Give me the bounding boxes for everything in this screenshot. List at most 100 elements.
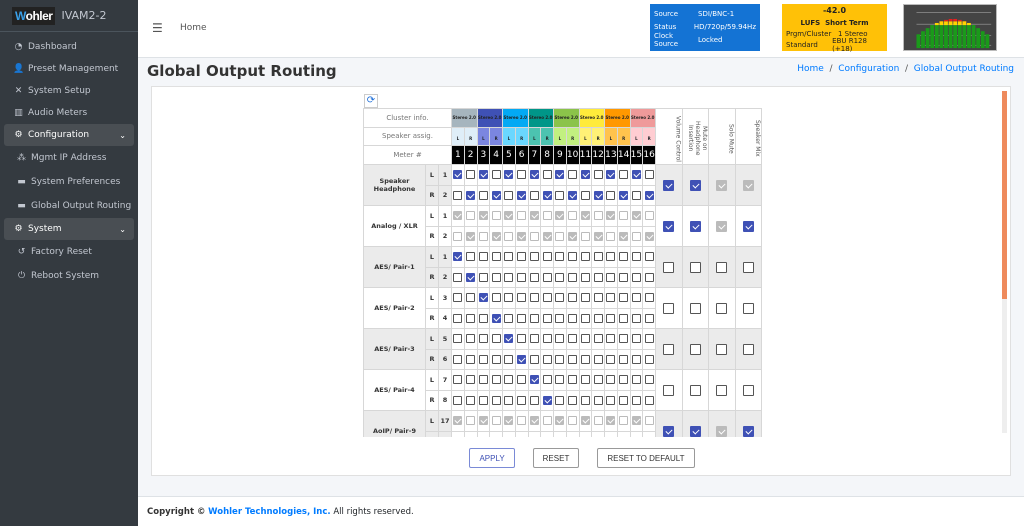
route-checkbox[interactable]	[568, 334, 578, 344]
sidebar-item-reboot-system[interactable]: ⏻ Reboot System	[4, 264, 134, 288]
route-checkbox[interactable]	[529, 313, 539, 323]
route-checkbox[interactable]	[529, 354, 539, 364]
route-checkbox[interactable]	[491, 272, 501, 282]
route-checkbox[interactable]	[517, 190, 527, 200]
route-checkbox[interactable]	[568, 272, 578, 282]
volume-control-checkbox[interactable]	[663, 384, 675, 396]
route-checkbox[interactable]	[619, 252, 629, 262]
route-checkbox[interactable]	[555, 395, 565, 405]
route-checkbox[interactable]	[529, 252, 539, 262]
route-checkbox[interactable]	[517, 354, 527, 364]
route-checkbox[interactable]	[478, 354, 488, 364]
solo-mute-checkbox[interactable]	[716, 343, 728, 355]
sidebar-item-dashboard[interactable]: ◔ Dashboard	[4, 36, 134, 58]
route-checkbox[interactable]	[504, 190, 514, 200]
route-checkbox[interactable]	[504, 334, 514, 344]
route-checkbox[interactable]	[631, 170, 641, 180]
route-checkbox[interactable]	[517, 375, 527, 385]
route-checkbox[interactable]	[504, 293, 514, 303]
mute-on-headphone-checkbox[interactable]	[689, 179, 701, 191]
route-checkbox[interactable]	[593, 313, 603, 323]
volume-control-checkbox[interactable]	[663, 179, 675, 191]
route-checkbox[interactable]	[453, 375, 463, 385]
route-checkbox[interactable]	[542, 313, 552, 323]
route-checkbox[interactable]	[568, 170, 578, 180]
route-checkbox[interactable]	[504, 272, 514, 282]
route-checkbox[interactable]	[631, 293, 641, 303]
route-checkbox[interactable]	[517, 334, 527, 344]
speaker-mix-checkbox[interactable]	[742, 261, 754, 273]
route-checkbox[interactable]	[542, 354, 552, 364]
route-checkbox[interactable]	[529, 272, 539, 282]
brand[interactable]: Wohler IVAM2-2	[0, 0, 138, 32]
route-checkbox[interactable]	[606, 293, 616, 303]
route-checkbox[interactable]	[466, 313, 476, 323]
route-checkbox[interactable]	[593, 395, 603, 405]
route-checkbox[interactable]	[491, 190, 501, 200]
route-checkbox[interactable]	[644, 272, 654, 282]
route-checkbox[interactable]	[593, 252, 603, 262]
route-checkbox[interactable]	[580, 272, 590, 282]
route-checkbox[interactable]	[606, 190, 616, 200]
route-checkbox[interactable]	[466, 334, 476, 344]
menu-toggle-icon[interactable]: ☰	[152, 21, 163, 35]
route-checkbox[interactable]	[644, 334, 654, 344]
route-checkbox[interactable]	[453, 354, 463, 364]
route-checkbox[interactable]	[453, 272, 463, 282]
mute-on-headphone-checkbox[interactable]	[689, 384, 701, 396]
route-checkbox[interactable]	[606, 313, 616, 323]
route-checkbox[interactable]	[619, 170, 629, 180]
route-checkbox[interactable]	[631, 313, 641, 323]
mute-on-headphone-checkbox[interactable]	[689, 302, 701, 314]
route-checkbox[interactable]	[542, 293, 552, 303]
route-checkbox[interactable]	[644, 190, 654, 200]
route-checkbox[interactable]	[542, 190, 552, 200]
audio-meter-thumbnail[interactable]	[903, 4, 997, 51]
route-checkbox[interactable]	[580, 354, 590, 364]
route-checkbox[interactable]	[517, 395, 527, 405]
route-checkbox[interactable]	[478, 252, 488, 262]
route-checkbox[interactable]	[529, 293, 539, 303]
vertical-scrollbar[interactable]	[1002, 91, 1007, 433]
breadcrumb-home[interactable]: Home	[797, 64, 824, 74]
route-checkbox[interactable]	[631, 334, 641, 344]
route-checkbox[interactable]	[466, 272, 476, 282]
route-checkbox[interactable]	[644, 170, 654, 180]
route-checkbox[interactable]	[542, 375, 552, 385]
route-checkbox[interactable]	[453, 293, 463, 303]
route-checkbox[interactable]	[491, 313, 501, 323]
route-checkbox[interactable]	[606, 252, 616, 262]
route-checkbox[interactable]	[619, 354, 629, 364]
apply-button[interactable]: APPLY	[469, 448, 515, 468]
route-checkbox[interactable]	[593, 272, 603, 282]
route-checkbox[interactable]	[644, 395, 654, 405]
route-checkbox[interactable]	[568, 293, 578, 303]
route-checkbox[interactable]	[517, 313, 527, 323]
route-checkbox[interactable]	[593, 293, 603, 303]
route-checkbox[interactable]	[466, 293, 476, 303]
route-checkbox[interactable]	[568, 375, 578, 385]
route-checkbox[interactable]	[517, 272, 527, 282]
breadcrumb-configuration[interactable]: Configuration	[838, 64, 899, 74]
route-checkbox[interactable]	[631, 272, 641, 282]
route-checkbox[interactable]	[453, 334, 463, 344]
sidebar-item-system-setup[interactable]: ✕ System Setup	[4, 80, 134, 102]
route-checkbox[interactable]	[517, 170, 527, 180]
route-checkbox[interactable]	[606, 272, 616, 282]
solo-mute-checkbox[interactable]	[716, 384, 728, 396]
route-checkbox[interactable]	[517, 293, 527, 303]
speaker-mix-checkbox[interactable]	[742, 384, 754, 396]
route-checkbox[interactable]	[555, 375, 565, 385]
route-checkbox[interactable]	[478, 293, 488, 303]
route-checkbox[interactable]	[580, 395, 590, 405]
route-checkbox[interactable]	[529, 334, 539, 344]
route-checkbox[interactable]	[529, 375, 539, 385]
route-checkbox[interactable]	[478, 313, 488, 323]
route-checkbox[interactable]	[478, 190, 488, 200]
route-checkbox[interactable]	[619, 375, 629, 385]
route-checkbox[interactable]	[580, 313, 590, 323]
route-checkbox[interactable]	[453, 395, 463, 405]
route-checkbox[interactable]	[542, 170, 552, 180]
reset-to-default-button[interactable]: RESET TO DEFAULT	[597, 448, 695, 468]
route-checkbox[interactable]	[555, 293, 565, 303]
